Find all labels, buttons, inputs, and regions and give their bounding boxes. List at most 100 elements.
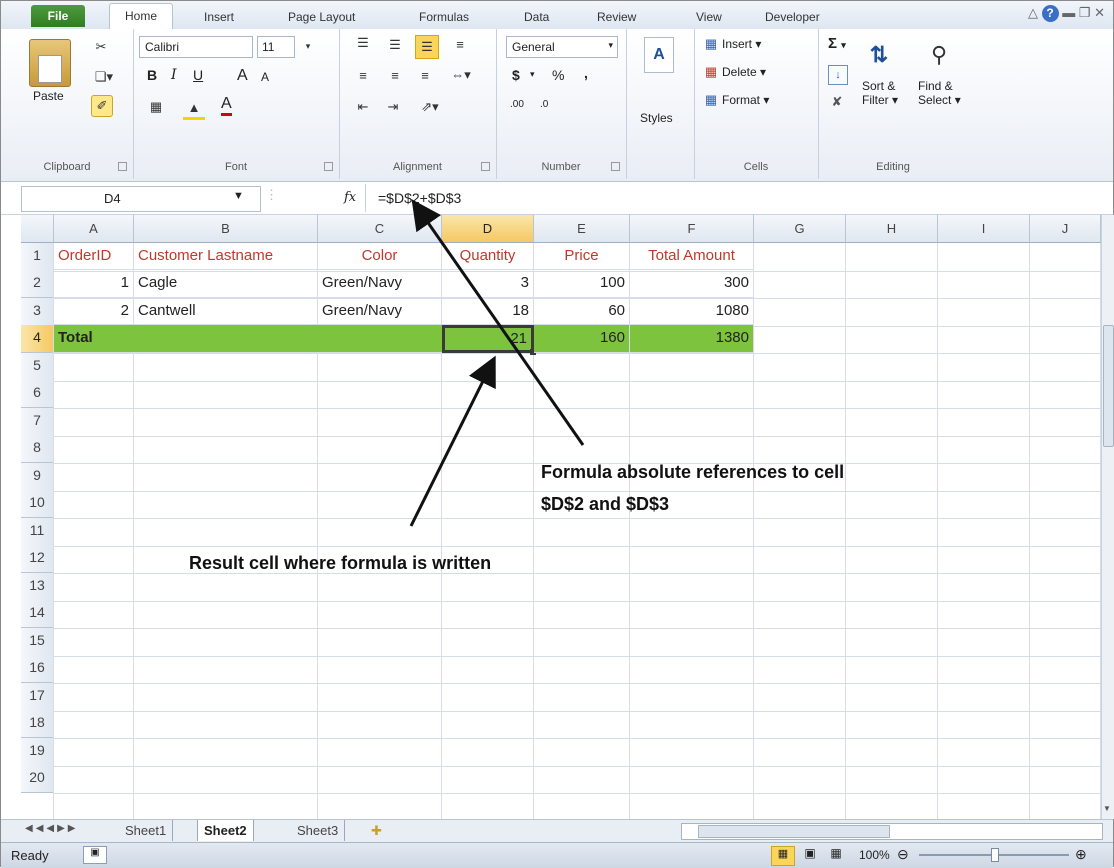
align-middle-icon[interactable]: ☰ xyxy=(385,35,405,55)
styles-icon[interactable]: A xyxy=(644,37,674,73)
zoom-in-icon[interactable]: ⊕ xyxy=(1075,846,1087,863)
align-right-icon[interactable]: ≡ xyxy=(415,65,435,85)
row-header-14[interactable]: 14 xyxy=(21,600,54,628)
cell-b1[interactable]: Customer Lastname xyxy=(134,243,318,270)
horizontal-scroll-thumb[interactable] xyxy=(698,825,890,838)
delete-cells-icon[interactable]: ▦ xyxy=(702,63,720,81)
tab-data[interactable]: Data xyxy=(524,7,549,27)
paste-icon[interactable] xyxy=(29,39,71,87)
row-header-2[interactable]: 2 xyxy=(21,270,54,298)
column-header-j[interactable]: J xyxy=(1030,215,1101,243)
ribbon-minimize-icon[interactable]: △ xyxy=(1028,5,1038,20)
currency-dropdown-icon[interactable]: ▾ xyxy=(530,69,535,80)
row-header-16[interactable]: 16 xyxy=(21,655,54,683)
cell-a2[interactable]: 1 xyxy=(54,270,134,298)
alignment-launcher-icon[interactable] xyxy=(481,162,490,171)
cell-f2[interactable]: 300 xyxy=(630,270,754,298)
delete-cells-button[interactable]: Delete ▾ xyxy=(722,65,766,79)
row-header-8[interactable]: 8 xyxy=(21,435,54,463)
align-center-icon[interactable]: ≡ xyxy=(385,65,405,85)
vertical-scrollbar[interactable]: ▼ xyxy=(1101,215,1114,819)
column-header-g[interactable]: G xyxy=(754,215,846,243)
column-header-a[interactable]: A xyxy=(54,215,134,243)
shrink-font-button[interactable]: A xyxy=(261,70,269,84)
align-left-icon[interactable]: ≡ xyxy=(353,65,373,85)
column-header-e[interactable]: E xyxy=(534,215,630,243)
vertical-scroll-thumb[interactable] xyxy=(1103,325,1114,447)
decrease-indent-icon[interactable]: ⇤ xyxy=(353,97,373,117)
cell-d4-selected[interactable]: 21 xyxy=(442,325,534,353)
row-header-15[interactable]: 15 xyxy=(21,628,54,656)
insert-function-button[interactable]: fx xyxy=(344,190,356,205)
cell-e3[interactable]: 60 xyxy=(534,298,630,325)
row-header-11[interactable]: 11 xyxy=(21,518,54,546)
grow-font-button[interactable]: A xyxy=(237,67,248,85)
tab-developer[interactable]: Developer xyxy=(765,7,820,27)
currency-button[interactable]: $ xyxy=(512,67,520,83)
cell-f1[interactable]: Total Amount xyxy=(630,243,754,270)
insert-sheet-icon[interactable]: ✚ xyxy=(365,820,388,841)
increase-decimal-button[interactable]: .00 xyxy=(510,99,524,110)
cell-f3[interactable]: 1080 xyxy=(630,298,754,325)
cell-e2[interactable]: 100 xyxy=(534,270,630,298)
clipboard-launcher-icon[interactable] xyxy=(118,162,127,171)
zoom-level[interactable]: 100% xyxy=(859,848,890,862)
align-top-icon[interactable]: ☰ xyxy=(353,33,373,53)
macro-record-icon[interactable]: ▣ xyxy=(83,846,107,864)
cell-a4[interactable]: Total xyxy=(54,325,442,353)
copy-icon[interactable]: ❏▾ xyxy=(91,67,117,87)
sort-filter-icon[interactable]: ⇅ xyxy=(864,35,894,75)
font-launcher-icon[interactable] xyxy=(324,162,333,171)
tab-page-layout[interactable]: Page Layout xyxy=(288,7,355,27)
tab-formulas[interactable]: Formulas xyxy=(419,7,469,27)
tab-home[interactable]: Home xyxy=(109,3,173,30)
zoom-slider-thumb[interactable] xyxy=(991,848,999,862)
number-format-select[interactable]: General ▾ xyxy=(506,36,618,58)
select-all-corner[interactable] xyxy=(21,215,54,243)
cell-b3[interactable]: Cantwell xyxy=(134,298,318,325)
column-header-b[interactable]: B xyxy=(134,215,318,243)
row-header-18[interactable]: 18 xyxy=(21,710,54,738)
sheet-tab-sheet3[interactable]: Sheet3 xyxy=(291,820,346,841)
merge-center-icon[interactable]: ⇔▾ xyxy=(447,65,475,85)
find-select-button[interactable]: Find & Select ▾ xyxy=(918,79,961,107)
font-color-button[interactable]: A xyxy=(221,95,232,116)
cut-icon[interactable]: ✂ xyxy=(91,37,111,57)
cell-f4[interactable]: 1380 xyxy=(630,325,754,353)
name-box[interactable]: D4 ▼ xyxy=(21,186,261,212)
autosum-button[interactable]: Σ ▾ xyxy=(828,35,846,52)
cell-c1[interactable]: Color xyxy=(318,243,442,270)
borders-icon[interactable]: ▦ xyxy=(145,97,167,117)
tab-review[interactable]: Review xyxy=(597,7,636,27)
decrease-decimal-button[interactable]: .0 xyxy=(540,99,548,110)
column-header-i[interactable]: I xyxy=(938,215,1030,243)
find-select-icon[interactable]: ⚲ xyxy=(924,35,954,75)
orientation-icon[interactable]: ⇗▾ xyxy=(415,97,445,117)
minimize-icon[interactable]: ▬ xyxy=(1062,5,1075,20)
row-header-5[interactable]: 5 xyxy=(21,353,54,381)
zoom-slider[interactable] xyxy=(919,848,1069,862)
cell-d1[interactable]: Quantity xyxy=(442,243,534,270)
row-header-10[interactable]: 10 xyxy=(21,490,54,518)
horizontal-scrollbar[interactable] xyxy=(681,823,1103,840)
fill-icon[interactable]: ↓ xyxy=(828,65,848,85)
percent-button[interactable]: % xyxy=(552,67,564,83)
normal-view-icon[interactable]: ▦ xyxy=(771,846,795,866)
underline-button[interactable]: U xyxy=(193,67,203,83)
cell-c3[interactable]: Green/Navy xyxy=(318,298,442,325)
scroll-down-icon[interactable]: ▼ xyxy=(1103,804,1111,813)
formula-input[interactable]: =$D$2+$D$3 xyxy=(365,184,1106,212)
insert-cells-icon[interactable]: ▦ xyxy=(702,35,720,53)
sort-filter-button[interactable]: Sort & Filter ▾ xyxy=(862,79,898,107)
row-header-20[interactable]: 20 xyxy=(21,765,54,793)
comma-button[interactable]: , xyxy=(584,65,588,81)
clear-icon[interactable]: ✘ xyxy=(828,93,846,111)
insert-cells-button[interactable]: Insert ▾ xyxy=(722,37,761,51)
row-header-4[interactable]: 4 xyxy=(21,325,54,353)
paste-button[interactable]: Paste xyxy=(33,89,64,103)
row-header-3[interactable]: 3 xyxy=(21,298,54,326)
row-header-7[interactable]: 7 xyxy=(21,408,54,436)
column-header-c[interactable]: C xyxy=(318,215,442,243)
font-size-select[interactable]: 11 xyxy=(257,36,295,58)
column-header-h[interactable]: H xyxy=(846,215,938,243)
